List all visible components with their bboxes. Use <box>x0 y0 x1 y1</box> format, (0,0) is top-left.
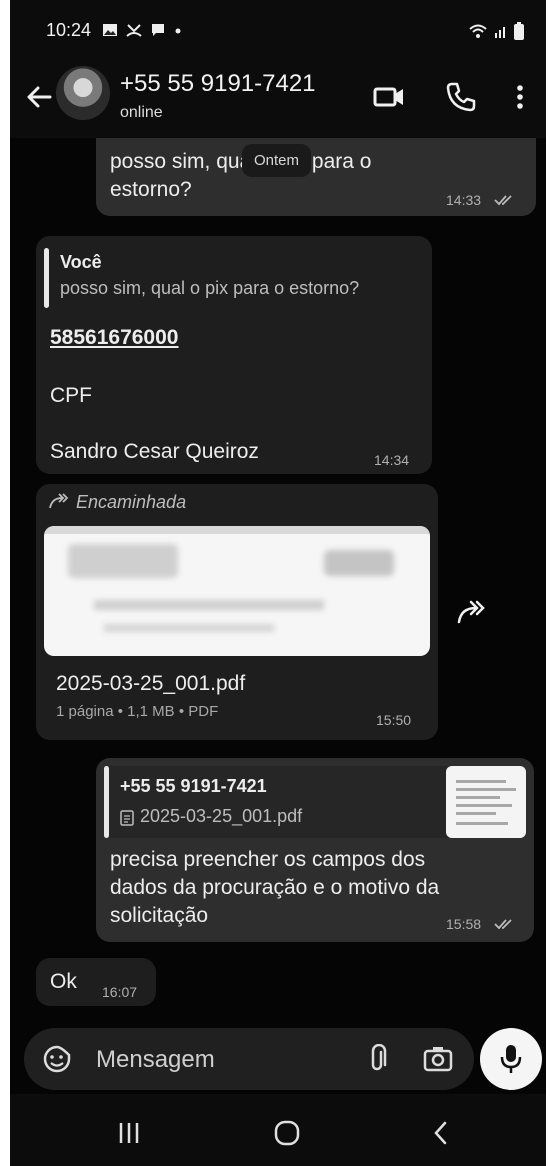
quoted-document[interactable]: +55 55 9191-7421 2025-03-25_001.pdf <box>104 766 526 838</box>
message-bubble-document[interactable]: Encaminhada 2025-03-25_001.pdf 1 página … <box>36 484 438 740</box>
pix-key-link[interactable]: 58561676000 <box>50 324 178 352</box>
quote-text: posso sim, qual o pix para o estorno? <box>60 278 360 298</box>
message-text: posso sim, qual o pix para o <box>110 150 372 173</box>
battery-icon <box>514 22 524 40</box>
message-time: 16:07 <box>102 984 138 1000</box>
camera-icon[interactable] <box>422 1044 454 1074</box>
back-arrow-icon[interactable] <box>24 82 54 112</box>
forward-button-icon[interactable] <box>456 598 490 626</box>
message-text: precisa preencher os campos dos <box>110 848 426 871</box>
message-list[interactable]: posso sim, qual o pix para o estorno? 14… <box>10 138 546 1028</box>
home-icon[interactable] <box>272 1118 302 1148</box>
message-text: CPF <box>50 384 92 407</box>
gallery-icon <box>103 24 117 36</box>
forwarded-label: Encaminhada <box>76 492 187 512</box>
pdf-preview[interactable] <box>44 526 430 656</box>
quote-file-name: 2025-03-25_001.pdf <box>140 806 303 826</box>
video-call-icon[interactable] <box>372 80 406 114</box>
message-input[interactable]: Mensagem <box>24 1028 474 1090</box>
composer-bar: Mensagem <box>10 1028 546 1094</box>
more-options-icon[interactable] <box>510 80 530 114</box>
message-text: Sandro Cesar Queiroz <box>50 440 259 463</box>
message-time: 15:50 <box>376 712 412 728</box>
message-text: solicitação <box>110 904 209 927</box>
back-icon[interactable] <box>426 1118 456 1148</box>
document-icon <box>120 810 134 826</box>
quote-author: +55 55 9191-7421 <box>120 776 267 796</box>
recent-apps-icon[interactable] <box>114 1118 144 1148</box>
voice-message-button[interactable] <box>480 1028 542 1090</box>
message-time: 14:34 <box>374 452 410 468</box>
message-text: Ok <box>50 970 77 993</box>
date-chip: Ontem <box>242 144 312 177</box>
emoji-sticker-icon[interactable] <box>42 1044 72 1074</box>
message-icon <box>152 24 164 36</box>
chat-header: +55 55 9191-7421 online <box>10 60 546 138</box>
status-system-icons <box>468 22 524 40</box>
dot-icon <box>175 28 181 34</box>
document-file-name[interactable]: 2025-03-25_001.pdf <box>56 670 245 698</box>
message-time: 14:33 <box>446 192 482 208</box>
message-time: 15:58 <box>446 916 482 932</box>
forwarded-icon <box>49 493 69 509</box>
read-receipt-icon <box>494 195 512 206</box>
message-bubble-outgoing[interactable]: +55 55 9191-7421 2025-03-25_001.pdf prec… <box>96 758 534 942</box>
phone-screen: 10:24 +55 55 9191-7421 online posso sim,… <box>10 0 546 1166</box>
contact-avatar[interactable] <box>56 66 110 120</box>
system-navigation-bar <box>10 1094 546 1166</box>
read-receipt-icon <box>494 919 512 930</box>
quote-author: Você <box>60 252 102 272</box>
message-bubble-incoming[interactable]: Você posso sim, qual o pix para o estorn… <box>36 236 432 474</box>
status-notification-icons <box>102 22 182 38</box>
document-meta: 1 página • 1,1 MB • PDF <box>56 703 219 720</box>
voice-call-icon[interactable] <box>444 80 478 114</box>
status-time: 10:24 <box>46 20 92 40</box>
status-bar: 10:24 <box>10 0 546 60</box>
missed-call-icon <box>126 24 142 37</box>
contact-name[interactable]: +55 55 9191-7421 <box>120 70 316 98</box>
wifi-icon <box>469 24 487 38</box>
message-input-placeholder: Mensagem <box>96 1046 215 1073</box>
message-text: dados da procuração e o motivo da <box>110 876 440 899</box>
quote-bar <box>44 248 49 308</box>
quote-thumbnail <box>446 766 526 838</box>
message-text: estorno? <box>110 178 192 201</box>
signal-icon <box>495 27 505 38</box>
microphone-icon <box>500 1045 522 1073</box>
contact-status: online <box>120 104 163 121</box>
attach-icon[interactable] <box>364 1044 390 1074</box>
message-bubble-incoming[interactable]: Ok 16:07 <box>36 958 156 1006</box>
message-bubble-outgoing[interactable]: posso sim, qual o pix para o estorno? 14… <box>96 138 536 216</box>
